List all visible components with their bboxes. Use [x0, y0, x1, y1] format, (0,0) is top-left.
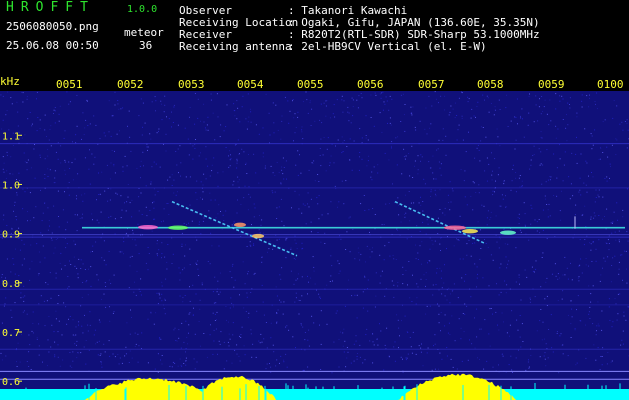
time-label-0052: 0052	[117, 78, 144, 91]
app-version: 1.0.0	[127, 4, 158, 15]
time-axis: kHz 0051 0052 0053 0054 0055 0056 0057 0058 0059…	[0, 75, 629, 91]
antenna-value: : 2el-HB9CV Vertical (el. E-W)	[288, 40, 487, 53]
signal-echo	[444, 225, 466, 230]
time-label-0051: 0051	[56, 78, 83, 91]
signal-echo	[252, 233, 264, 239]
meteor-label: meteor	[124, 26, 164, 39]
time-label-0053: 0053	[178, 78, 205, 91]
time-label-0055: 0055	[297, 78, 324, 91]
spectrogram-view: 1.1 1.0 0.9 0.8 0.7 0.6	[0, 91, 629, 400]
signal-echo	[462, 228, 478, 234]
app-title: HROFFT	[6, 0, 95, 15]
time-label-0057: 0057	[418, 78, 445, 91]
freq-tick-label: 0.8	[2, 279, 20, 290]
time-label-0054: 0054	[237, 78, 264, 91]
freq-tick-label: 1.1	[2, 131, 20, 142]
signal-echo	[234, 222, 246, 227]
khz-unit-label: kHz	[0, 75, 20, 88]
spectrogram-background	[0, 91, 629, 400]
freq-tick-label: 0.6	[2, 377, 20, 388]
freq-tick-label: 1.0	[2, 180, 20, 191]
date-time: 25.06.08 00:50	[6, 39, 99, 52]
time-label-0100: 0100	[597, 78, 624, 91]
antenna-label: Receiving antenna	[179, 40, 292, 53]
signal-echo	[500, 230, 516, 235]
freq-tick-label: 0.9	[2, 230, 20, 241]
time-label-0056: 0056	[357, 78, 384, 91]
file-name: 2506080050.png	[6, 20, 99, 33]
signal-echo	[138, 225, 158, 230]
header-panel: HROFFT 1.0.0 2506080050.png 25.06.08 00:…	[0, 0, 629, 75]
freq-tick-label: 0.7	[2, 328, 20, 339]
time-label-0059: 0059	[538, 78, 565, 91]
time-label-0058: 0058	[477, 78, 504, 91]
meteor-count: 36	[139, 39, 153, 52]
signal-echo	[168, 225, 188, 230]
